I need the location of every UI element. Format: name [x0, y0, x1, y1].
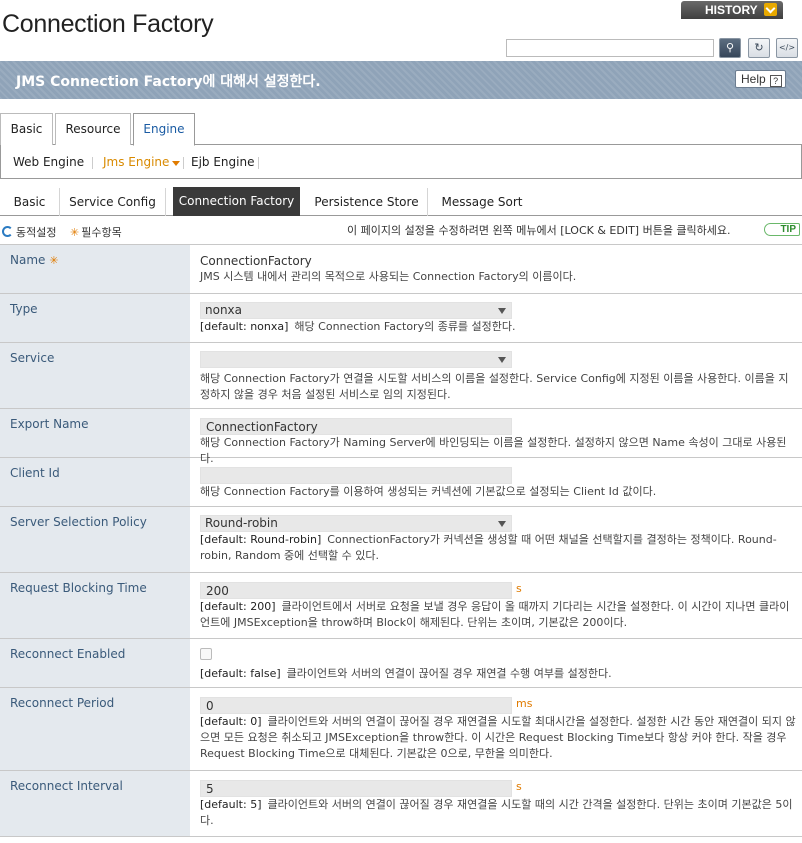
sync-icon [2, 226, 13, 237]
nav-web-engine[interactable]: Web Engine [13, 155, 84, 169]
subtab-persistence-store[interactable]: Persistence Store [306, 188, 428, 216]
subtab-service-config[interactable]: Service Config [60, 188, 166, 216]
history-button[interactable]: HISTORY [681, 1, 783, 19]
field-label: Reconnect Enabled [0, 639, 190, 687]
question-icon: ? [769, 75, 782, 87]
field-label: Name ✳ [0, 245, 190, 293]
search-button[interactable]: ⚲ [719, 38, 741, 58]
row-type: Type nonxa [default: nonxa] 해당 Connection… [0, 294, 802, 343]
server-selection-policy-select[interactable]: Round-robin [200, 515, 512, 532]
field-label: Client Id [0, 458, 190, 506]
help-label: Help [741, 72, 766, 86]
default-value: [default: false] [200, 667, 281, 680]
subtab-connection-factory[interactable]: Connection Factory [173, 187, 300, 216]
field-label: Reconnect Period [0, 688, 190, 770]
field-description: 클라이언트와 서버의 연결이 끊어질 경우 재연결을 시도할 때의 시간 간격을… [200, 798, 793, 827]
field-description: 해당 Connection Factory가 연결을 시도할 서비스의 이름을 … [200, 372, 789, 401]
nav-jms-engine[interactable]: Jms Engine [103, 155, 169, 169]
engine-nav: Web Engine Jms Engine Ejb Engine [0, 145, 802, 179]
default-value: [default: 5] [200, 798, 262, 811]
reconnect-enabled-checkbox[interactable] [200, 648, 212, 660]
reconnect-period-input[interactable]: 0 [200, 697, 512, 714]
type-select[interactable]: nonxa [200, 302, 512, 319]
field-description: 해당 Connection Factory를 이용하여 생성되는 커넥션에 기본… [200, 485, 657, 498]
subtab-message-sort[interactable]: Message Sort [432, 188, 532, 216]
field-label: Server Selection Policy [0, 507, 190, 572]
refresh-icon: ↻ [754, 41, 764, 54]
sub-tabs: Basic Service Config Connection Factory … [0, 187, 802, 216]
field-label: Request Blocking Time [0, 573, 190, 638]
row-reconnect-period: Reconnect Period 0 ms [default: 0] 클라이언트와 … [0, 688, 802, 771]
legend-dynamic: 동적설정 [2, 226, 56, 239]
field-description: 해당 Connection Factory의 종류를 설정한다. [294, 320, 516, 333]
required-icon: ✳ [49, 254, 59, 267]
unit-label: s [516, 780, 522, 793]
legend: 동적설정 ✳ 필수항목 [2, 224, 132, 240]
field-description: 클라이언트에서 서버로 요청을 보낼 경우 응답이 올 때까지 기다리는 시간을… [200, 600, 790, 629]
tab-resource[interactable]: Resource [55, 113, 131, 145]
row-request-blocking-time: Request Blocking Time 200 s [default: 200… [0, 573, 802, 639]
top-tabs: Basic Resource Engine [0, 113, 802, 146]
field-description: JMS 시스템 내에서 관리의 목적으로 사용되는 Connection Fac… [200, 270, 577, 283]
history-label: HISTORY [705, 3, 758, 17]
row-reconnect-interval: Reconnect Interval 5s [default: 5] 클라이언트와… [0, 771, 802, 837]
xml-icon: </> [778, 43, 796, 52]
client-id-input[interactable] [200, 467, 512, 484]
subtab-basic[interactable]: Basic [0, 188, 60, 216]
legend-required: ✳ 필수항목 [69, 226, 122, 239]
required-icon: ✳ [69, 226, 80, 239]
row-server-selection-policy: Server Selection Policy Round-robin [def… [0, 507, 802, 573]
unit-label: s [516, 582, 522, 595]
caret-down-icon [172, 161, 180, 166]
nav-divider [258, 157, 259, 169]
row-service: Service 해당 Connection Factory가 연결을 시도할 서… [0, 343, 802, 409]
default-value: [default: 0] [200, 715, 262, 728]
tab-engine[interactable]: Engine [133, 113, 195, 146]
tab-basic[interactable]: Basic [0, 113, 53, 145]
page-title: Connection Factory [2, 10, 214, 38]
page-description: JMS Connection Factory에 대해서 설정한다. [16, 74, 321, 90]
row-client-id: Client Id 해당 Connection Factory를 이용하여 생성… [0, 458, 802, 507]
row-export-name: Export Name ConnectionFactory 해당 Connect… [0, 409, 802, 465]
field-label: Type [0, 294, 190, 342]
field-label: Reconnect Interval [0, 771, 190, 836]
tip-badge[interactable]: TIP [764, 223, 800, 236]
service-select[interactable] [200, 351, 512, 368]
chevron-down-icon [763, 3, 777, 16]
search-input[interactable] [506, 39, 714, 57]
field-label: Export Name [0, 409, 190, 457]
xml-button[interactable]: </> [776, 38, 798, 58]
default-value: [default: nonxa] [200, 320, 289, 333]
lock-edit-notice: 이 페이지의 설정을 수정하려면 왼쪽 메뉴에서 [LOCK & EDIT] 버… [347, 224, 731, 237]
row-reconnect-enabled: Reconnect Enabled [default: false] 클라이언트와… [0, 639, 802, 688]
nav-ejb-engine[interactable]: Ejb Engine [191, 155, 254, 169]
search-icon: ⚲ [725, 41, 735, 54]
field-label: Service [0, 343, 190, 408]
field-description: 클라이언트와 서버의 연결이 끊어질 경우 재연결 수행 여부를 설정한다. [286, 667, 612, 680]
help-button[interactable]: Help? [735, 70, 786, 88]
nav-divider [183, 157, 184, 169]
refresh-button[interactable]: ↻ [748, 38, 770, 58]
reconnect-interval-input[interactable]: 5 [200, 780, 512, 797]
default-value: [default: Round-robin] [200, 533, 322, 546]
settings-form: Name ✳ ConnectionFactory JMS 시스템 내에서 관리의 … [0, 244, 802, 837]
default-value: [default: 200] [200, 600, 276, 613]
field-description: 클라이언트와 서버의 연결이 끊어질 경우 재연결을 시도할 최대시간을 설정한… [200, 715, 796, 760]
unit-label: ms [516, 697, 533, 710]
row-name: Name ✳ ConnectionFactory JMS 시스템 내에서 관리의 … [0, 245, 802, 294]
nav-divider [92, 157, 93, 169]
name-value: ConnectionFactory [200, 254, 312, 268]
export-name-input[interactable]: ConnectionFactory [200, 418, 512, 435]
page-banner: JMS Connection Factory에 대해서 설정한다. Help? [0, 61, 802, 99]
request-blocking-time-input[interactable]: 200 [200, 582, 512, 599]
